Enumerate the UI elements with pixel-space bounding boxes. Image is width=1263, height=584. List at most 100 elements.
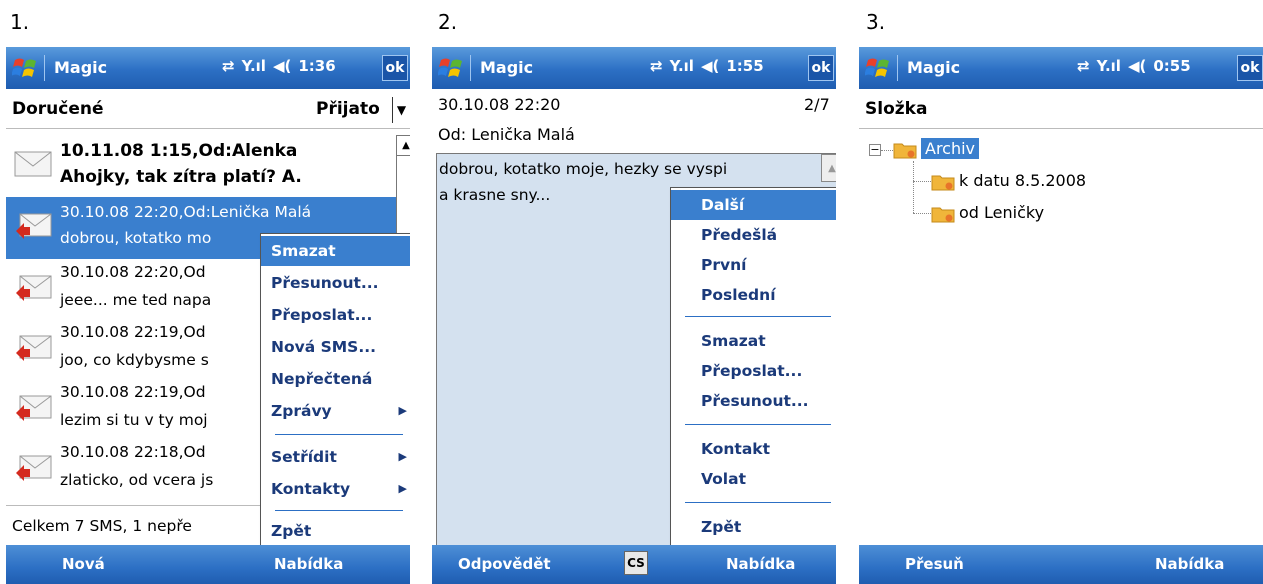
ok-button[interactable]: ok xyxy=(382,55,408,81)
menu-item-neprectena[interactable]: Nepřečtená xyxy=(261,364,410,394)
sync-arrows-icon[interactable]: ⇄ xyxy=(1077,57,1090,75)
windows-start-icon[interactable] xyxy=(438,55,464,81)
softkey-left[interactable]: Odpovědět xyxy=(458,555,551,573)
message-body-line: dobrou, kotatko moje, hezky se vyspi xyxy=(439,160,728,178)
message-preview: joo, co kdybysme s xyxy=(60,351,209,369)
summary-text: Celkem 7 SMS, 1 nepře xyxy=(12,517,192,535)
softkey-right[interactable]: Nabídka xyxy=(1155,555,1224,573)
message-from: Od: Lenička Malá xyxy=(438,125,575,144)
message-header: 10.11.08 1:15,Od:Alenka xyxy=(60,141,298,161)
tree-item[interactable]: k datu 8.5.2008 xyxy=(959,171,1086,190)
ok-button[interactable]: ok xyxy=(1237,55,1263,81)
menu-item-presunout[interactable]: Přesunout... xyxy=(671,386,836,416)
softkey-bar: Odpovědět CS Nabídka xyxy=(432,545,836,584)
menu-item-setridit[interactable]: Setřídit ▶ xyxy=(261,442,410,472)
folder-icon xyxy=(931,207,955,223)
message-header: 30.10.08 22:20,Od xyxy=(60,263,206,281)
windows-start-icon[interactable] xyxy=(12,55,38,81)
message-preview: dobrou, kotatko mo xyxy=(60,229,212,247)
envelope-icon xyxy=(14,151,52,177)
signal-icon[interactable]: Y.ıl xyxy=(1097,57,1121,75)
menu-item-volat[interactable]: Volat xyxy=(671,464,836,494)
menu-item-nova-sms[interactable]: Nová SMS... xyxy=(261,332,410,362)
screen-message-view: Magic ⇄ Y.ıl ◀( 1:55 ok 30.10.08 22:20 2… xyxy=(432,47,836,584)
app-title: Magic xyxy=(54,58,108,77)
replied-envelope-icon xyxy=(16,335,52,361)
title-bar: Magic ⇄ Y.ıl ◀( 1:36 ok xyxy=(6,47,410,89)
menu-separator xyxy=(685,502,831,503)
clock[interactable]: 1:36 xyxy=(298,57,335,75)
scroll-up-arrow-icon[interactable]: ▲ xyxy=(821,154,836,182)
clock[interactable]: 0:55 xyxy=(1153,57,1190,75)
step-label-2: 2. xyxy=(438,10,458,34)
message-body-line: a krasne sny... xyxy=(439,186,551,204)
menu-item-zpet[interactable]: Zpět xyxy=(261,516,410,546)
softkey-bar: Přesuň Nabídka xyxy=(859,545,1263,584)
screen-inbox: Magic ⇄ Y.ıl ◀( 1:36 ok Doručené Přijato… xyxy=(6,47,410,584)
sync-arrows-icon[interactable]: ⇄ xyxy=(222,57,235,75)
submenu-arrow-icon: ▶ xyxy=(398,450,407,463)
sort-label[interactable]: Přijato xyxy=(316,99,380,119)
menu-separator xyxy=(275,510,403,511)
signal-icon[interactable]: Y.ıl xyxy=(670,57,694,75)
scroll-up-arrow-icon[interactable]: ▲ xyxy=(397,136,410,156)
menu-item-kontakt[interactable]: Kontakt xyxy=(671,434,836,464)
folder-header: Doručené Přijato ▼ xyxy=(6,89,410,129)
ok-button[interactable]: ok xyxy=(808,55,834,81)
page-title: Složka xyxy=(865,99,928,119)
softkey-right[interactable]: Nabídka xyxy=(726,555,795,573)
menu-item-predesla[interactable]: Předešlá xyxy=(671,220,836,250)
sort-dropdown-icon[interactable]: ▼ xyxy=(392,97,410,123)
message-header: 30.10.08 22:18,Od xyxy=(60,443,206,461)
softkey-left[interactable]: Přesuň xyxy=(905,555,964,573)
menu-item-posledni[interactable]: Poslední xyxy=(671,280,836,310)
menu-item-label: Kontakty xyxy=(271,480,351,498)
message-position: 2/7 xyxy=(804,95,830,114)
menu-item-prvni[interactable]: První xyxy=(671,250,836,280)
input-mode-indicator[interactable]: CS xyxy=(624,551,648,575)
volume-icon[interactable]: ◀( xyxy=(701,57,719,75)
folder-title[interactable]: Doručené xyxy=(12,99,104,119)
volume-icon[interactable]: ◀( xyxy=(273,57,291,75)
menu-item-presunout[interactable]: Přesunout... xyxy=(261,268,410,298)
title-separator xyxy=(44,55,45,81)
collapse-icon[interactable]: − xyxy=(869,144,881,156)
message-preview: lezim si tu v ty moj xyxy=(60,411,208,429)
replied-envelope-icon xyxy=(16,395,52,421)
title-bar: Magic ⇄ Y.ıl ◀( 1:55 ok xyxy=(432,47,836,89)
menu-item-kontakty[interactable]: Kontakty ▶ xyxy=(261,474,410,504)
windows-start-icon[interactable] xyxy=(865,55,891,81)
menu-separator xyxy=(685,316,831,317)
replied-envelope-icon xyxy=(16,275,52,301)
clock[interactable]: 1:55 xyxy=(726,57,763,75)
tree-root-archiv[interactable]: Archiv xyxy=(921,138,980,159)
sync-arrows-icon[interactable]: ⇄ xyxy=(650,57,663,75)
menu-item-smazat[interactable]: Smazat xyxy=(261,236,410,266)
message-item[interactable]: 10.11.08 1:15,Od:Alenka Ahojky, tak zítr… xyxy=(6,135,396,197)
title-separator xyxy=(897,55,898,81)
volume-icon[interactable]: ◀( xyxy=(1128,57,1146,75)
folder-header: Složka xyxy=(859,89,1263,129)
softkey-left[interactable]: Nová xyxy=(62,555,105,573)
menu-item-preposlat[interactable]: Přeposlat... xyxy=(671,356,836,386)
menu-item-dalsi[interactable]: Další xyxy=(671,190,836,220)
context-menu: Další Předešlá První Poslední Smazat Pře… xyxy=(670,187,836,546)
menu-item-label: Zprávy xyxy=(271,402,332,420)
softkey-bar: Nová Nabídka xyxy=(6,545,410,584)
menu-item-zpravy[interactable]: Zprávy ▶ xyxy=(261,396,410,426)
menu-item-zpet[interactable]: Zpět xyxy=(671,512,836,542)
submenu-arrow-icon: ▶ xyxy=(398,482,407,495)
menu-item-preposlat[interactable]: Přeposlat... xyxy=(261,300,410,330)
message-datetime: 30.10.08 22:20 xyxy=(438,95,561,114)
tree-item[interactable]: od Leničky xyxy=(959,203,1044,222)
signal-icon[interactable]: Y.ıl xyxy=(242,57,266,75)
message-header: 30.10.08 22:19,Od xyxy=(60,323,206,341)
submenu-arrow-icon: ▶ xyxy=(398,404,407,417)
softkey-right[interactable]: Nabídka xyxy=(274,555,343,573)
app-title: Magic xyxy=(907,58,961,77)
message-header: 30.10.08 22:20,Od:Lenička Malá xyxy=(60,203,312,221)
replied-envelope-icon xyxy=(16,455,52,481)
title-separator xyxy=(470,55,471,81)
context-menu: Smazat Přesunout... Přeposlat... Nová SM… xyxy=(260,233,410,546)
menu-item-smazat[interactable]: Smazat xyxy=(671,326,836,356)
